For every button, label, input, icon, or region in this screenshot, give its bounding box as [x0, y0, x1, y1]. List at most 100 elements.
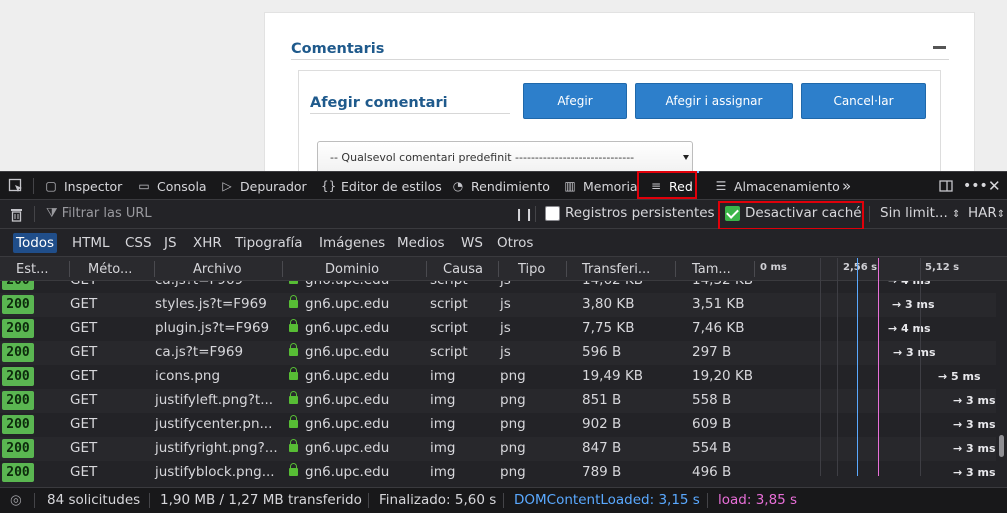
- more-tabs-button[interactable]: »: [842, 172, 851, 200]
- status-code-badge: 200: [2, 295, 34, 314]
- request-domain: gn6.upc.edu: [305, 416, 390, 432]
- close-devtools-button[interactable]: ✕: [988, 172, 1001, 200]
- column-cause[interactable]: Causa: [443, 257, 483, 281]
- tab-console[interactable]: ▭ Consola: [137, 172, 206, 200]
- predefined-comment-value: -- Qualsevol comentari predefinit ------…: [330, 151, 635, 164]
- lock-icon: [289, 463, 298, 476]
- request-row[interactable]: 200 GET justifyright.png?... gn6.upc.edu img…: [0, 437, 996, 461]
- console-icon: ▭: [138, 179, 150, 193]
- request-row[interactable]: 200 GET justifyblock.png... gn6.upc.edu img p…: [0, 461, 996, 485]
- toolbar-separator: [535, 206, 536, 222]
- url-filter-input[interactable]: ⧩ Filtrar las URL: [46, 206, 152, 221]
- add-and-assign-button[interactable]: Afegir i assignar: [635, 83, 793, 119]
- request-transferred: 3,80 KB: [582, 296, 635, 312]
- request-row[interactable]: 200 GET ca.js?t=F969 gn6.upc.edu script js 14,…: [0, 281, 996, 293]
- filter-all[interactable]: Todos: [13, 233, 58, 253]
- request-domain: gn6.upc.edu: [305, 320, 390, 336]
- request-type: png: [500, 368, 526, 384]
- request-row[interactable]: 200 GET plugin.js?t=F969 gn6.upc.edu script j…: [0, 317, 996, 341]
- request-row[interactable]: 200 GET ca.js?t=F969 gn6.upc.edu script js 596…: [0, 341, 996, 365]
- request-type: js: [500, 281, 511, 288]
- scrollbar-thumb[interactable]: [999, 435, 1004, 457]
- load-time: load: 3,85 s: [718, 492, 798, 508]
- dock-side-button[interactable]: [938, 172, 954, 200]
- element-picker-button[interactable]: [8, 172, 24, 200]
- request-cause: img: [430, 464, 456, 480]
- tab-separator: [33, 178, 34, 194]
- column-method[interactable]: Méto...: [88, 257, 132, 281]
- request-type: js: [500, 320, 511, 336]
- request-transferred: 19,49 KB: [582, 368, 644, 384]
- request-row[interactable]: 200 GET justifyleft.png?t... gn6.upc.edu img…: [0, 389, 996, 413]
- request-size: 297 B: [692, 344, 732, 360]
- close-icon: ✕: [988, 177, 1001, 195]
- request-method: GET: [70, 416, 98, 432]
- more-options-icon: •••: [963, 178, 988, 194]
- performance-analysis-icon[interactable]: ◎: [10, 492, 22, 508]
- column-file[interactable]: Archivo: [193, 257, 242, 281]
- pause-button[interactable]: ❙❙: [514, 200, 534, 228]
- request-cause: img: [430, 368, 456, 384]
- filter-fonts[interactable]: Tipografía: [232, 233, 306, 253]
- web-page: Comentaris Afegir comentari Afegir Afegi…: [0, 0, 1007, 171]
- request-domain: gn6.upc.edu: [305, 344, 390, 360]
- tab-inspector[interactable]: ▢ Inspector: [44, 172, 122, 200]
- tab-debugger[interactable]: ▷ Depurador: [220, 172, 306, 200]
- predefined-comment-select[interactable]: -- Qualsevol comentari predefinit ------…: [317, 141, 693, 171]
- cancel-button[interactable]: Cancel·lar: [801, 83, 926, 119]
- waterfall-gridline: [837, 258, 838, 476]
- options-menu-button[interactable]: •••: [963, 172, 988, 200]
- filter-images[interactable]: Imágenes: [316, 233, 388, 253]
- request-row[interactable]: 200 GET styles.js?t=F969 gn6.upc.edu script j…: [0, 293, 996, 317]
- lock-icon: [289, 281, 298, 284]
- request-size: 496 B: [692, 464, 732, 480]
- tab-performance[interactable]: ◔ Rendimiento: [451, 172, 550, 200]
- request-file: justifyblock.png...: [155, 464, 275, 480]
- status-code-badge: 200: [2, 319, 34, 338]
- status-code-badge: 200: [2, 463, 34, 482]
- filter-other[interactable]: Otros: [494, 233, 536, 253]
- column-domain[interactable]: Dominio: [325, 257, 379, 281]
- tab-storage[interactable]: ☰ Almacenamiento: [714, 172, 840, 200]
- filter-media[interactable]: Medios: [394, 233, 448, 253]
- column-type[interactable]: Tipo: [518, 257, 545, 281]
- tab-memory[interactable]: ▥ Memoria: [563, 172, 637, 200]
- filter-ws[interactable]: WS: [458, 233, 486, 253]
- filter-js[interactable]: JS: [161, 233, 180, 253]
- column-size[interactable]: Tam...: [692, 257, 731, 281]
- persist-logs-checkbox[interactable]: [545, 206, 560, 221]
- dock-icon: [939, 180, 953, 192]
- request-transferred: 596 B: [582, 344, 622, 360]
- highlight-disable-cache: [718, 201, 864, 230]
- har-menu-button[interactable]: HAR⇕: [968, 205, 1005, 221]
- request-row[interactable]: 200 GET justifycenter.pn... gn6.upc.edu img p…: [0, 413, 996, 437]
- comments-card: Comentaris Afegir comentari Afegir Afegi…: [264, 12, 975, 171]
- request-row[interactable]: 200 GET icons.png gn6.upc.edu img png 19,49 KB…: [0, 365, 996, 389]
- request-method: GET: [70, 392, 98, 408]
- collapse-icon[interactable]: [933, 46, 946, 49]
- tab-style-editor[interactable]: {} Editor de estilos: [321, 172, 442, 200]
- request-timing: → 3 ms: [892, 298, 935, 311]
- toolbar-separator: [869, 206, 870, 222]
- lock-icon: [289, 415, 298, 428]
- column-transferred[interactable]: Transferi...: [582, 257, 650, 281]
- network-status-bar: ◎ 84 solicitudes 1,90 MB / 1,27 MB trans…: [0, 487, 1007, 513]
- waterfall-gridline: [920, 258, 921, 476]
- inspector-icon: ▢: [45, 179, 57, 193]
- devtools-panel: ▢ Inspector ▭ Consola ▷ Depurador {} Editor …: [0, 171, 1007, 513]
- status-separator: [503, 493, 504, 508]
- column-status[interactable]: Est...: [16, 257, 48, 281]
- request-method: GET: [70, 368, 98, 384]
- clear-log-button[interactable]: [10, 200, 23, 228]
- waterfall-gridline: [820, 258, 821, 476]
- filter-css[interactable]: CSS: [122, 233, 155, 253]
- request-file: justifyright.png?...: [155, 440, 278, 456]
- filter-html[interactable]: HTML: [69, 233, 113, 253]
- add-button[interactable]: Afegir: [523, 83, 627, 119]
- column-separator: [754, 261, 755, 277]
- request-list-scrollbar[interactable]: [996, 281, 1007, 487]
- request-transferred: 851 B: [582, 392, 622, 408]
- request-file: justifycenter.pn...: [155, 416, 273, 432]
- filter-xhr[interactable]: XHR: [190, 233, 225, 253]
- throttling-select[interactable]: Sin limit... ⇕: [880, 205, 960, 221]
